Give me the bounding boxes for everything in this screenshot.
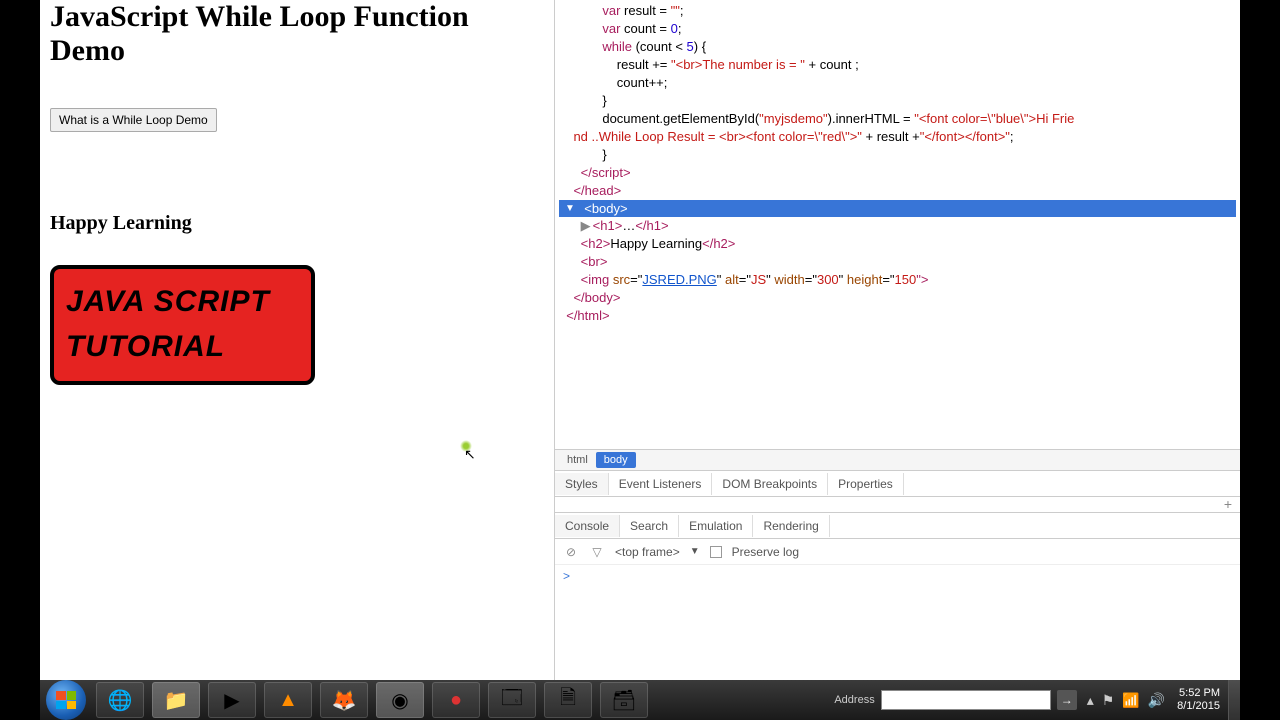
taskbar-clock[interactable]: 5:52 PM 8/1/2015 [1169, 687, 1228, 713]
clock-date: 8/1/2015 [1177, 700, 1220, 713]
styles-body: + [555, 497, 1240, 513]
filter-icon[interactable]: ▽ [589, 544, 605, 560]
selected-body-tag[interactable]: <body> [559, 200, 1236, 217]
mouse-cursor: ↖ [460, 440, 478, 458]
rendered-page: JavaScript While Loop Function Demo What… [40, 0, 555, 680]
taskbar-chrome-icon[interactable]: ◉ [376, 682, 424, 718]
styles-tabs: Styles Event Listeners DOM Breakpoints P… [555, 471, 1240, 497]
address-go-button[interactable]: → [1057, 690, 1077, 710]
windows-taskbar: 🌐 📁 ▶ ▲ 🦊 ◉ ● 🗔 🗎 🗃 Address → ▴ ⚑ 📶 🔊 5:… [40, 680, 1240, 720]
taskbar-ie-icon[interactable]: 🌐 [96, 682, 144, 718]
taskbar-recorder-icon[interactable]: ● [432, 682, 480, 718]
breadcrumb-body[interactable]: body [596, 452, 636, 468]
tab-rendering[interactable]: Rendering [753, 515, 829, 537]
page-title: JavaScript While Loop Function Demo [50, 0, 544, 68]
tab-search[interactable]: Search [620, 515, 679, 537]
tab-styles[interactable]: Styles [555, 473, 609, 495]
taskbar-vlc-icon[interactable]: ▲ [264, 682, 312, 718]
start-button[interactable] [46, 680, 86, 720]
elements-breadcrumb: html body [555, 449, 1240, 471]
taskbar-wmp-icon[interactable]: ▶ [208, 682, 256, 718]
tab-dom-breakpoints[interactable]: DOM Breakpoints [712, 473, 828, 495]
happy-learning-heading: Happy Learning [50, 212, 544, 235]
tray-volume-icon[interactable]: 🔊 [1148, 692, 1165, 709]
while-loop-demo-button[interactable]: What is a While Loop Demo [50, 108, 217, 132]
console-prompt: > [563, 569, 570, 583]
taskbar-app3-icon[interactable]: 🗃 [600, 682, 648, 718]
chevron-down-icon[interactable]: ▼ [690, 546, 700, 557]
tutorial-image: JAVA SCRIPT TUTORIAL [50, 265, 315, 385]
new-style-rule-icon[interactable]: + [1224, 496, 1232, 512]
tutorial-image-line1: JAVA SCRIPT [66, 279, 299, 324]
console-toolbar: ⊘ ▽ <top frame> ▼ Preserve log [555, 539, 1240, 565]
devtools-panel: var result = ""; var count = 0; while (c… [555, 0, 1240, 680]
tray-network-icon[interactable]: 📶 [1122, 692, 1139, 709]
tab-emulation[interactable]: Emulation [679, 515, 753, 537]
frame-selector[interactable]: <top frame> [615, 545, 680, 559]
taskbar-app1-icon[interactable]: 🗔 [488, 682, 536, 718]
preserve-log-checkbox[interactable] [710, 546, 722, 558]
address-input[interactable] [881, 690, 1051, 710]
show-desktop-button[interactable] [1228, 680, 1240, 720]
drawer-tabs: Console Search Emulation Rendering [555, 513, 1240, 539]
elements-source[interactable]: var result = ""; var count = 0; while (c… [555, 0, 1240, 449]
tutorial-image-line2: TUTORIAL [66, 324, 299, 369]
tray-up-icon[interactable]: ▴ [1087, 692, 1094, 709]
taskbar-address: Address → [834, 690, 1082, 710]
taskbar-firefox-icon[interactable]: 🦊 [320, 682, 368, 718]
tab-event-listeners[interactable]: Event Listeners [609, 473, 713, 495]
clock-time: 5:52 PM [1177, 687, 1220, 700]
preserve-log-label: Preserve log [732, 545, 799, 559]
taskbar-app2-icon[interactable]: 🗎 [544, 682, 592, 718]
clear-console-icon[interactable]: ⊘ [563, 544, 579, 560]
tray-flag-icon[interactable]: ⚑ [1102, 692, 1115, 709]
console-body[interactable]: > [555, 565, 1240, 680]
system-tray: ▴ ⚑ 📶 🔊 [1083, 692, 1169, 709]
tab-console[interactable]: Console [555, 515, 620, 537]
tab-properties[interactable]: Properties [828, 473, 904, 495]
breadcrumb-html[interactable]: html [559, 452, 596, 468]
address-label: Address [834, 694, 874, 706]
windows-logo-icon [56, 691, 76, 709]
taskbar-explorer-icon[interactable]: 📁 [152, 682, 200, 718]
